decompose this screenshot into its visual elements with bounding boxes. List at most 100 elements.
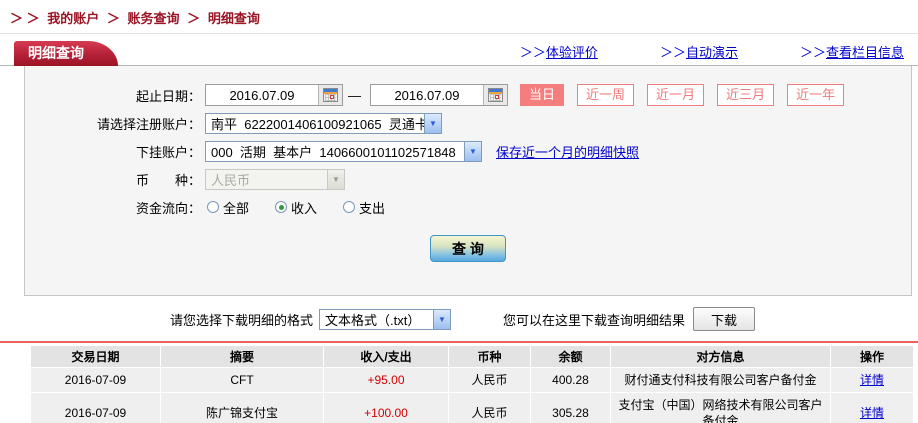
cell-amount: +95.00 xyxy=(324,368,448,392)
cell-counterparty: 支付宝（中国）网络技术有限公司客户备付金 xyxy=(611,393,830,423)
experience-rating-link[interactable]: 体验评价 xyxy=(546,45,598,60)
currency-select: 人民币 ▼ xyxy=(205,168,345,190)
link-prefix: ＞＞ xyxy=(659,45,686,60)
flow-option-all-label: 全部 xyxy=(223,200,250,216)
link-auto-demo: ＞＞自动演示 xyxy=(660,42,738,61)
chevron-down-icon: ▼ xyxy=(327,169,344,189)
download-button[interactable]: 下载 xyxy=(693,307,756,331)
cell-balance: 305.28 xyxy=(531,393,610,423)
download-format-value: 文本格式（.txt） xyxy=(325,312,421,328)
save-snapshot-link[interactable]: 保存近一个月的明细快照 xyxy=(496,142,639,161)
col-header-action: 操作 xyxy=(831,346,913,367)
column-info-link[interactable]: 查看栏目信息 xyxy=(826,45,904,60)
quick-range-year-button[interactable]: 近一年 xyxy=(787,84,845,106)
tab-bar: 明细查询 ＞＞体验评价 ＞＞自动演示 ＞＞查看栏目信息 xyxy=(0,36,918,66)
link-prefix: ＞＞ xyxy=(519,45,546,60)
flow-direction-row: 资金流向： 全部 收入 支出 xyxy=(25,195,911,219)
currency-value: 人民币 xyxy=(211,172,251,188)
date-to-field xyxy=(370,84,508,106)
query-form-panel: 起止日期： — 当日 近一周 近一月 近三月 近一年 xyxy=(24,66,912,296)
quick-range-3months-button[interactable]: 近三月 xyxy=(717,84,775,106)
cell-counterparty: 财付通支付科技有限公司客户备付金 xyxy=(611,368,830,392)
cell-balance: 400.28 xyxy=(531,368,610,392)
cell-date: 2016-07-09 xyxy=(31,393,160,423)
cell-action: 详情 xyxy=(831,393,913,423)
breadcrumb-separator: ＞ xyxy=(187,11,201,26)
link-column-info: ＞＞查看栏目信息 xyxy=(800,42,904,61)
radio-icon xyxy=(207,201,219,213)
cell-summary: 陈广锦支付宝 xyxy=(161,393,323,423)
flow-direction-label: 资金流向： xyxy=(135,200,201,216)
top-links: ＞＞体验评价 ＞＞自动演示 ＞＞查看栏目信息 xyxy=(458,42,904,61)
query-button[interactable]: 查 询 xyxy=(430,235,506,262)
col-header-balance: 余额 xyxy=(531,346,610,367)
cell-currency: 人民币 xyxy=(449,393,530,423)
flow-direction-options: 全部 收入 支出 xyxy=(207,198,411,217)
register-account-label: 请选择注册账户： xyxy=(96,116,201,132)
date-from-field xyxy=(205,84,343,106)
download-section: 请您选择下载明细的格式 文本格式（.txt） ▼ 您可以在这里下载查询明细结果 … xyxy=(170,307,918,331)
register-account-row: 请选择注册账户： 南平 6222001406100921065 灵通卡 ▼ xyxy=(25,111,911,135)
radio-icon xyxy=(343,201,356,213)
download-format-label: 请您选择下载明细的格式 xyxy=(170,312,314,328)
table-row: 2016-07-09 CFT +95.00 人民币 400.28 财付通支付科技… xyxy=(31,368,913,392)
sub-account-label: 下挂账户： xyxy=(135,144,201,160)
cell-amount: +100.00 xyxy=(324,393,448,423)
flow-option-income-label: 收入 xyxy=(291,200,318,216)
link-prefix: ＞＞ xyxy=(799,45,826,60)
quick-range-week-button[interactable]: 近一周 xyxy=(577,84,635,106)
table-header-row: 交易日期 摘要 收入/支出 币种 余额 对方信息 操作 xyxy=(31,346,913,367)
table-row: 2016-07-09 陈广锦支付宝 +100.00 人民币 305.28 支付宝… xyxy=(31,393,913,423)
breadcrumb: ＞ ＞ 我的账户 ＞ 账务查询 ＞ 明细查询 xyxy=(0,0,918,34)
transactions-table: 交易日期 摘要 收入/支出 币种 余额 对方信息 操作 2016-07-09 C… xyxy=(30,345,914,423)
date-range-row: 起止日期： — 当日 近一周 近一月 近三月 近一年 xyxy=(25,83,911,107)
register-account-select[interactable]: 南平 6222001406100921065 灵通卡 ▼ xyxy=(205,112,442,134)
auto-demo-link[interactable]: 自动演示 xyxy=(686,45,738,60)
date-from-input[interactable] xyxy=(206,86,318,104)
col-header-counterparty: 对方信息 xyxy=(611,346,830,367)
breadcrumb-item-my-account[interactable]: 我的账户 xyxy=(47,11,99,26)
currency-row: 币 种： 人民币 ▼ xyxy=(25,167,911,191)
quick-range-buttons: 当日 近一周 近一月 近三月 近一年 xyxy=(520,84,857,106)
calendar-icon xyxy=(323,88,338,102)
sub-account-row: 下挂账户： 000 活期 基本户 1406600101102571848 ▼ 保… xyxy=(25,139,911,163)
date-to-input[interactable] xyxy=(371,86,483,104)
download-format-select[interactable]: 文本格式（.txt） ▼ xyxy=(319,308,452,330)
breadcrumb-separator: ＞ xyxy=(106,11,120,26)
download-hint: 您可以在这里下载查询明细结果 xyxy=(503,312,686,328)
cell-action: 详情 xyxy=(831,368,913,392)
date-to-calendar-button[interactable] xyxy=(483,85,507,105)
cell-summary: CFT xyxy=(161,368,323,392)
quick-range-today-button[interactable]: 当日 xyxy=(520,84,565,106)
chevron-down-icon: ▼ xyxy=(464,141,481,161)
col-header-summary: 摘要 xyxy=(161,346,323,367)
detail-link[interactable]: 详情 xyxy=(860,406,884,420)
chevron-down-icon: ▼ xyxy=(424,113,441,133)
date-from-calendar-button[interactable] xyxy=(318,85,342,105)
flow-option-expense-label: 支出 xyxy=(359,200,386,216)
col-header-amount: 收入/支出 xyxy=(324,346,448,367)
link-experience-rating: ＞＞体验评价 xyxy=(520,42,598,61)
breadcrumb-item-account-query[interactable]: 账务查询 xyxy=(128,11,180,26)
quick-range-month-button[interactable]: 近一月 xyxy=(647,84,705,106)
tab-detail-query[interactable]: 明细查询 xyxy=(14,41,118,66)
flow-option-all[interactable]: 全部 xyxy=(207,198,249,217)
detail-link[interactable]: 详情 xyxy=(860,373,884,387)
cell-date: 2016-07-09 xyxy=(31,368,160,392)
col-header-date: 交易日期 xyxy=(31,346,160,367)
date-range-dash: — xyxy=(348,87,361,103)
register-account-value: 南平 6222001406100921065 灵通卡 xyxy=(211,116,424,132)
currency-label: 币 种： xyxy=(135,172,201,188)
sub-account-value: 000 活期 基本户 1406600101102571848 xyxy=(211,144,456,160)
sub-account-select[interactable]: 000 活期 基本户 1406600101102571848 ▼ xyxy=(205,140,482,162)
red-divider xyxy=(0,341,918,343)
chevron-down-icon: ▼ xyxy=(433,309,451,329)
calendar-icon xyxy=(488,88,503,102)
flow-option-income[interactable]: 收入 xyxy=(275,198,317,217)
cell-currency: 人民币 xyxy=(449,368,530,392)
col-header-currency: 币种 xyxy=(449,346,530,367)
flow-option-expense[interactable]: 支出 xyxy=(343,198,385,217)
radio-checked-icon xyxy=(275,201,288,213)
date-range-label: 起止日期： xyxy=(135,88,201,104)
breadcrumb-item-detail-query[interactable]: 明细查询 xyxy=(208,11,260,26)
